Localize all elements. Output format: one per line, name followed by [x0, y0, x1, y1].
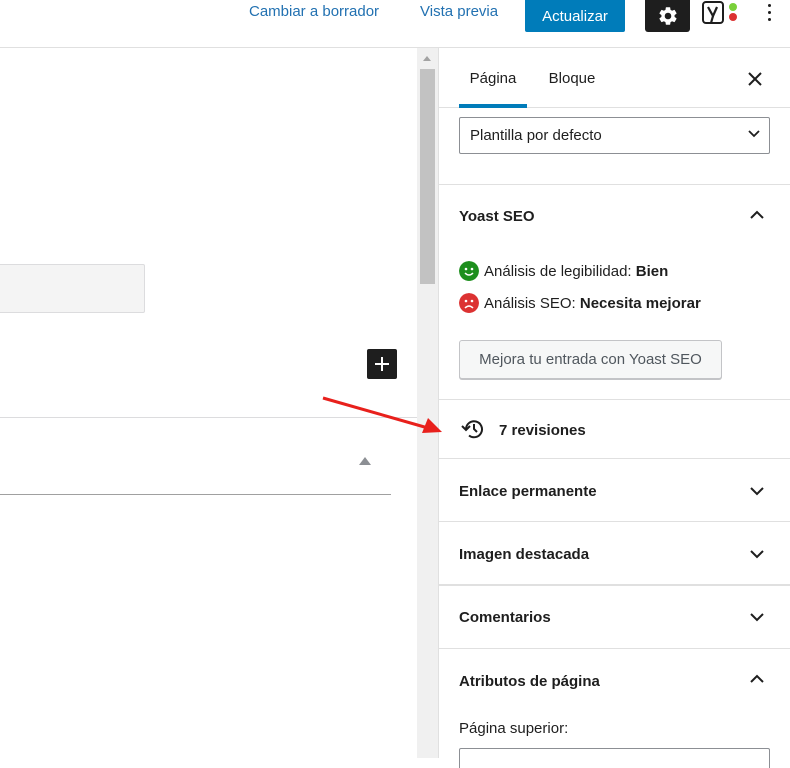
seo-analysis: Análisis SEO: Necesita mejorar	[459, 293, 701, 313]
yoast-panel-toggle[interactable]: Yoast SEO	[439, 185, 790, 245]
editor-top-bar: Cambiar a borrador Vista previa Actualiz…	[0, 0, 790, 48]
permalink-panel-title: Enlace permanente	[459, 483, 597, 500]
annotation-arrow-icon	[322, 396, 442, 433]
chevron-up-icon	[750, 210, 764, 219]
readability-analysis: Análisis de legibilidad: Bien	[459, 261, 668, 281]
yoast-seo-button[interactable]	[700, 0, 740, 26]
dot-icon	[767, 17, 771, 21]
improve-with-yoast-button[interactable]: Mejora tu entrada con Yoast SEO	[459, 340, 722, 379]
yoast-panel-title: Yoast SEO	[459, 208, 535, 225]
page-attributes-panel-title: Atributos de página	[459, 673, 600, 690]
featured-image-panel-toggle[interactable]: Imagen destacada	[439, 522, 790, 584]
smile-face-icon	[459, 261, 479, 281]
more-options-button[interactable]	[758, 0, 780, 24]
chevron-down-icon	[750, 613, 764, 622]
yoast-logo-icon	[702, 1, 737, 24]
parent-page-select[interactable]	[459, 748, 770, 768]
chevron-down-icon	[750, 487, 764, 496]
close-sidebar-button[interactable]	[744, 68, 766, 90]
chevron-down-icon	[748, 130, 760, 138]
block-placeholder[interactable]	[0, 264, 145, 313]
seo-value: Necesita mejorar	[579, 294, 701, 312]
preview-button[interactable]: Vista previa	[420, 0, 498, 24]
settings-button[interactable]	[645, 0, 690, 32]
sidebar-tabs: Página Bloque	[439, 48, 790, 108]
gear-icon	[658, 7, 677, 25]
scroll-up-icon[interactable]	[423, 56, 431, 61]
revisions-label: 7 revisiones	[499, 422, 586, 439]
seo-label: Análisis SEO:	[484, 294, 576, 312]
readability-label: Análisis de legibilidad:	[484, 262, 632, 280]
parent-page-label: Página superior:	[459, 720, 569, 737]
divider	[0, 494, 391, 495]
template-select-value: Plantilla por defecto	[470, 127, 602, 144]
dot-icon	[767, 3, 771, 7]
close-icon	[748, 72, 762, 86]
permalink-panel-toggle[interactable]: Enlace permanente	[439, 459, 790, 521]
chevron-down-icon	[750, 550, 764, 559]
featured-image-panel-title: Imagen destacada	[459, 546, 590, 563]
update-button[interactable]: Actualizar	[525, 0, 625, 32]
template-select[interactable]: Plantilla por defecto	[459, 117, 770, 154]
sad-face-icon	[459, 293, 479, 313]
dot-icon	[767, 10, 771, 14]
page-attributes-panel-toggle[interactable]: Atributos de página	[439, 649, 790, 711]
tab-block[interactable]: Bloque	[545, 48, 599, 108]
history-icon	[461, 420, 483, 439]
plus-icon	[375, 357, 389, 371]
settings-sidebar: Página Bloque Plantilla por defecto Yoas…	[438, 48, 790, 768]
tab-page[interactable]: Página	[459, 48, 527, 108]
collapse-caret-icon[interactable]	[359, 457, 371, 465]
readability-value: Bien	[635, 262, 669, 280]
comments-panel-title: Comentarios	[459, 609, 551, 626]
comments-panel-toggle[interactable]: Comentarios	[439, 586, 790, 648]
switch-to-draft-button[interactable]: Cambiar a borrador	[249, 0, 379, 24]
add-block-button[interactable]	[367, 349, 397, 379]
scrollbar-thumb[interactable]	[420, 69, 435, 284]
chevron-up-icon	[750, 674, 764, 683]
revisions-link[interactable]: 7 revisiones	[439, 400, 790, 459]
